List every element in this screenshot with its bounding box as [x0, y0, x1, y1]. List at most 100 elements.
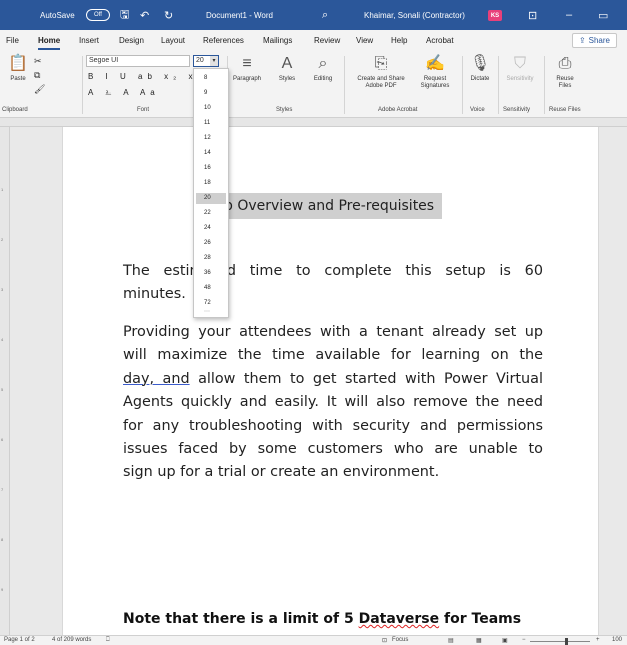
- tab-layout[interactable]: Layout: [161, 36, 185, 45]
- zoom-level[interactable]: 100: [612, 637, 622, 643]
- tab-home[interactable]: Home: [38, 36, 61, 50]
- group-label-styles: Styles: [276, 107, 293, 113]
- signature-icon: ✍: [425, 55, 445, 72]
- zoom-slider[interactable]: [530, 641, 590, 642]
- cut-icon[interactable]: ✂: [34, 56, 42, 67]
- word-count[interactable]: 4 of 209 words: [52, 637, 91, 643]
- redo-icon[interactable]: ↻: [164, 0, 173, 30]
- create-pdf-button[interactable]: ⎘ Create and Share Adobe PDF: [350, 54, 412, 90]
- page-count[interactable]: Page 1 of 2: [4, 637, 35, 643]
- paragraph-icon: ≡: [242, 55, 252, 72]
- tab-file[interactable]: File: [6, 36, 19, 45]
- font-size-option[interactable]: 18: [196, 178, 226, 189]
- group-divider: [498, 56, 499, 114]
- font-size-option[interactable]: 10: [196, 103, 226, 114]
- font-size-option[interactable]: 9: [196, 88, 226, 99]
- font-size-option[interactable]: 24: [196, 223, 226, 234]
- font-size-dropdown[interactable]: 8 9 10 11 12 14 16 18 20 22 24 26 28 36 …: [193, 68, 229, 318]
- sensitivity-button[interactable]: ⛉ Sensitivity: [502, 54, 538, 83]
- tab-help[interactable]: Help: [391, 36, 407, 45]
- title-bar: AutoSave Off 🖫 ↶ ↻ Document1 - Word ⌕ Kh…: [0, 0, 627, 30]
- horizontal-ruler: [0, 118, 627, 127]
- avatar[interactable]: KS: [488, 10, 502, 21]
- search-icon: ⌕: [318, 55, 328, 72]
- group-label-sensitivity: Sensitivity: [503, 107, 531, 113]
- search-icon[interactable]: ⌕: [322, 0, 328, 30]
- group-label-reuse: Reuse Files: [549, 107, 581, 113]
- reuse-files-button[interactable]: ⎙ Reuse Files: [550, 54, 580, 90]
- note-line[interactable]: Note that there is a limit of 5 Datavers…: [123, 611, 521, 627]
- selected-heading[interactable]: p Overview and Pre-requisites: [220, 193, 443, 219]
- spelling-underline[interactable]: Dataverse: [359, 611, 440, 627]
- print-layout-icon[interactable]: ▦: [476, 637, 482, 644]
- dictate-button[interactable]: 🎙 Dictate: [466, 54, 494, 83]
- share-button[interactable]: ⇪ Share: [571, 33, 617, 48]
- maximize-icon[interactable]: ▭: [598, 0, 608, 30]
- autosave-label: AutoSave: [40, 10, 75, 20]
- paste-button[interactable]: 📋 Paste: [4, 54, 32, 83]
- font-size-option[interactable]: 72: [196, 298, 226, 309]
- microphone-icon: 🎙: [469, 55, 491, 72]
- zoom-out-icon[interactable]: −: [522, 637, 526, 643]
- zoom-in-icon[interactable]: +: [596, 637, 600, 643]
- group-label-adobe: Adobe Acrobat: [378, 107, 418, 113]
- tab-insert[interactable]: Insert: [79, 36, 99, 45]
- font-size-option[interactable]: 22: [196, 208, 226, 219]
- font-size-option[interactable]: 48: [196, 283, 226, 294]
- resize-grip-icon[interactable]: ⋯: [204, 308, 210, 315]
- focus-icon[interactable]: ⊡: [382, 637, 387, 644]
- group-label-font: Font: [137, 107, 150, 113]
- save-icon[interactable]: 🖫: [120, 0, 129, 30]
- font-size-option[interactable]: 14: [196, 148, 226, 159]
- font-size-option[interactable]: 16: [196, 163, 226, 174]
- clipboard-icon: 📋: [8, 55, 28, 72]
- chevron-down-icon[interactable]: ▾: [210, 56, 218, 66]
- format-buttons[interactable]: B I U ab x₂ x²: [88, 72, 205, 81]
- paragraph-button[interactable]: ≡ Paragraph: [230, 54, 264, 83]
- font-size-option[interactable]: 36: [196, 268, 226, 279]
- focus-label[interactable]: Focus: [392, 637, 408, 643]
- copy-icon[interactable]: ⧉: [34, 70, 40, 81]
- user-name[interactable]: Khaimar, Sonali (Contractor): [364, 0, 465, 30]
- vertical-ruler: 1 2 3 4 5 6 7 8 9: [0, 127, 10, 635]
- grammar-underline[interactable]: day, and: [123, 371, 190, 387]
- shield-icon: ⛉: [513, 55, 526, 72]
- font-size-option[interactable]: 28: [196, 253, 226, 264]
- font-size-option[interactable]: 11: [196, 118, 226, 129]
- document-title: Document1 - Word: [206, 10, 273, 20]
- paragraph-1[interactable]: The estimated time to complete this setu…: [123, 260, 543, 307]
- tab-view[interactable]: View: [356, 36, 373, 45]
- group-label-clipboard: Clipboard: [2, 107, 28, 113]
- font-color-buttons[interactable]: A ⎁ A Aa: [88, 88, 160, 98]
- styles-button[interactable]: A Styles: [272, 54, 302, 83]
- format-painter-icon[interactable]: 🖌: [34, 84, 45, 95]
- status-bar: Page 1 of 2 4 of 209 words ⎕ ⊡ Focus ▤ ▦…: [0, 635, 627, 645]
- pdf-icon: ⎘: [374, 55, 388, 72]
- zoom-slider-thumb[interactable]: [565, 638, 568, 645]
- request-signatures-button[interactable]: ✍ Request Signatures: [414, 54, 456, 90]
- font-size-box[interactable]: 20 ▾: [193, 55, 219, 67]
- minimize-icon[interactable]: –: [566, 0, 572, 30]
- font-size-option[interactable]: 12: [196, 133, 226, 144]
- font-name-box[interactable]: Segoe UI: [86, 55, 190, 67]
- undo-icon[interactable]: ↶: [140, 0, 149, 30]
- tab-review[interactable]: Review: [314, 36, 340, 45]
- editing-button[interactable]: ⌕ Editing: [308, 54, 338, 83]
- ribbon-display-icon[interactable]: ⊡: [528, 0, 537, 30]
- tab-mailings[interactable]: Mailings: [263, 36, 292, 45]
- read-mode-icon[interactable]: ▤: [448, 637, 454, 644]
- proofing-icon[interactable]: ⎕: [106, 637, 110, 644]
- autosave-toggle[interactable]: Off: [86, 9, 110, 21]
- paragraph-2[interactable]: Providing your attendees with a tenant a…: [123, 321, 543, 485]
- font-size-option-selected[interactable]: 20: [196, 193, 226, 204]
- share-label: Share: [588, 36, 610, 45]
- tab-design[interactable]: Design: [119, 36, 144, 45]
- tab-references[interactable]: References: [203, 36, 244, 45]
- font-size-option[interactable]: 26: [196, 238, 226, 249]
- tab-acrobat[interactable]: Acrobat: [426, 36, 454, 45]
- ribbon-tabs: File Home Insert Design Layout Reference…: [0, 30, 627, 52]
- reuse-files-icon: ⎙: [558, 55, 572, 72]
- font-size-option[interactable]: 8: [196, 73, 226, 84]
- group-label-voice: Voice: [470, 107, 485, 113]
- web-layout-icon[interactable]: ▣: [502, 637, 508, 644]
